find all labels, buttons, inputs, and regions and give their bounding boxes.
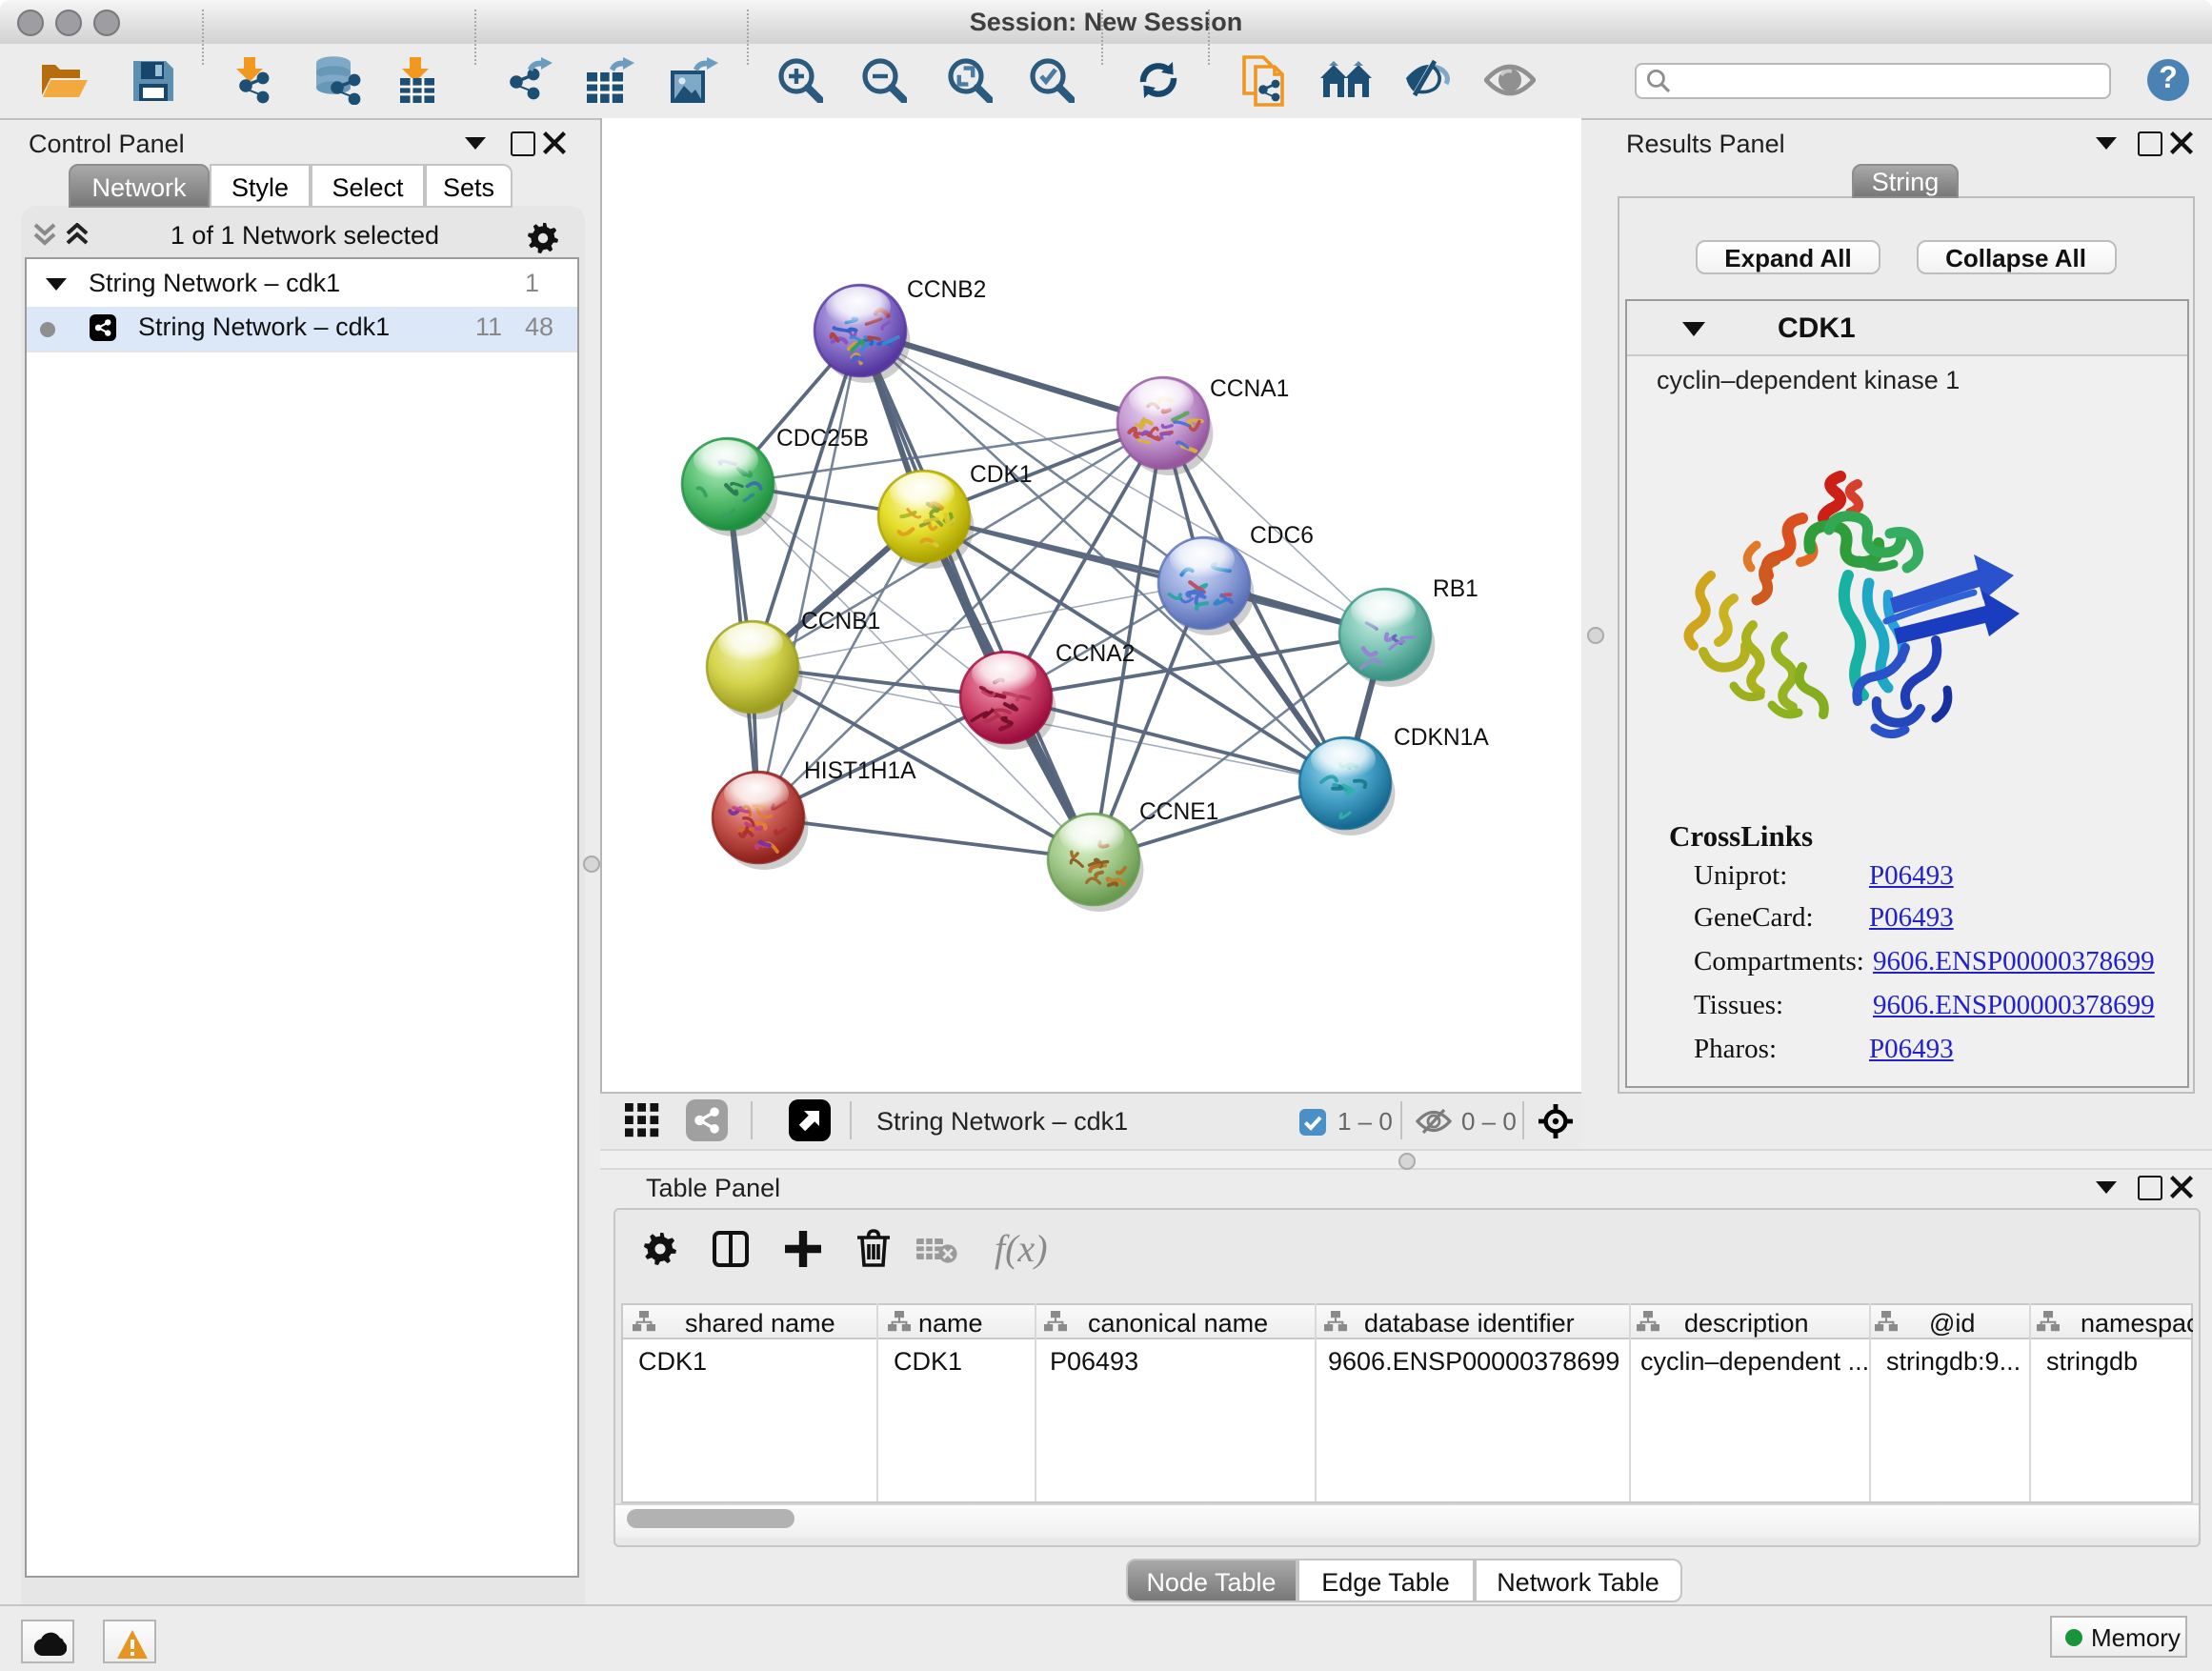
svg-text:CCNA1: CCNA1 [1209,376,1288,402]
svg-text:CCNA2: CCNA2 [1055,641,1134,667]
svg-text:CDC6: CDC6 [1249,523,1313,549]
svg-text:CDC25B: CDC25B [775,426,868,452]
svg-text:CCNB2: CCNB2 [906,277,985,303]
svg-text:CDK1: CDK1 [969,462,1032,488]
svg-text:HIST1H1A: HIST1H1A [803,758,915,784]
svg-text:CCNB1: CCNB1 [800,609,879,634]
svg-text:CCNE1: CCNE1 [1138,799,1217,825]
svg-text:RB1: RB1 [1432,576,1478,602]
svg-text:CDKN1A: CDKN1A [1393,725,1488,751]
